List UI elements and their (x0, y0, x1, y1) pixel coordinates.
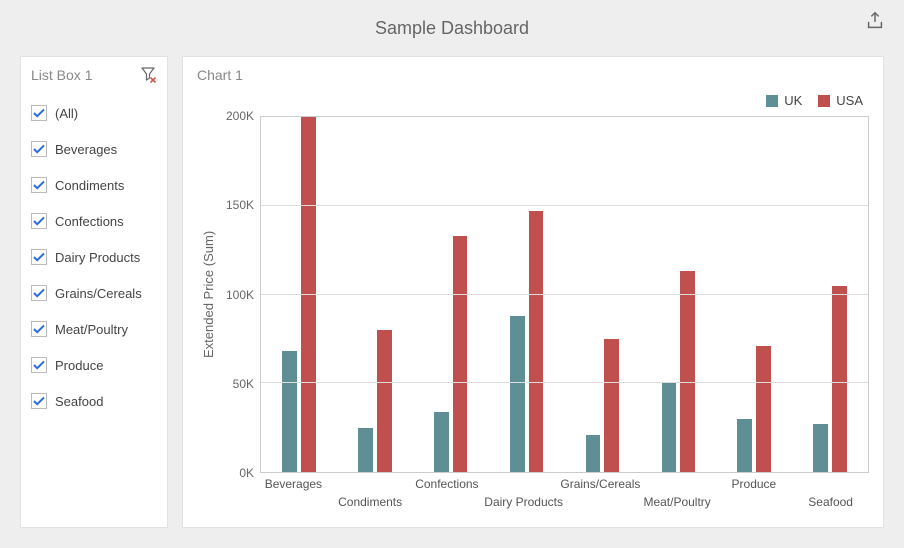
list-item[interactable]: (All) (31, 95, 157, 131)
list-item[interactable]: Confections (31, 203, 157, 239)
list-item-label: Condiments (55, 178, 124, 193)
y-tick-label: 200K (226, 109, 254, 123)
x-tick-label: Meat/Poultry (643, 495, 710, 509)
checkbox-icon[interactable] (31, 285, 47, 301)
list-item-label: Produce (55, 358, 103, 373)
x-tick-label: Dairy Products (484, 495, 563, 509)
checkbox-icon[interactable] (31, 357, 47, 373)
checkbox-icon[interactable] (31, 213, 47, 229)
list-item-label: Meat/Poultry (55, 322, 128, 337)
grid-line (261, 382, 868, 383)
y-axis-label: Extended Price (Sum) (197, 116, 220, 473)
dashboard-header: Sample Dashboard (20, 0, 884, 56)
bar[interactable] (604, 339, 619, 472)
bar[interactable] (756, 346, 771, 472)
bar-group (489, 117, 565, 472)
y-tick-label: 50K (233, 377, 254, 391)
listbox-title: List Box 1 (31, 67, 92, 83)
bar[interactable] (358, 428, 373, 472)
chart-title: Chart 1 (197, 67, 869, 83)
clear-filter-icon[interactable] (141, 67, 157, 83)
list-item-label: Dairy Products (55, 250, 140, 265)
listbox-header: List Box 1 (31, 67, 157, 83)
bar[interactable] (832, 286, 847, 472)
checkbox-icon[interactable] (31, 249, 47, 265)
bar-group (565, 117, 641, 472)
chart-legend: UK USA (197, 89, 869, 116)
bar[interactable] (529, 211, 544, 472)
page-title: Sample Dashboard (375, 18, 529, 39)
list-item-label: Grains/Cereals (55, 286, 142, 301)
legend-label-usa: USA (836, 93, 863, 108)
list-item[interactable]: Produce (31, 347, 157, 383)
x-tick-label: Beverages (265, 477, 322, 491)
list-item-label: Seafood (55, 394, 103, 409)
x-tick-label: Confections (415, 477, 478, 491)
legend-label-uk: UK (784, 93, 802, 108)
y-tick-label: 0K (239, 466, 254, 480)
checkbox-icon[interactable] (31, 321, 47, 337)
y-axis: 0K50K100K150K200K (220, 116, 260, 473)
legend-swatch-usa (818, 95, 830, 107)
legend-item-usa[interactable]: USA (818, 93, 863, 108)
bar[interactable] (586, 435, 601, 472)
bar[interactable] (737, 419, 752, 472)
bar[interactable] (680, 271, 695, 472)
x-axis: Beverages Condiments Confections Dairy Prod… (255, 473, 869, 517)
list-item[interactable]: Condiments (31, 167, 157, 203)
list-item[interactable]: Beverages (31, 131, 157, 167)
bars-layer (261, 117, 868, 472)
checkbox-icon[interactable] (31, 141, 47, 157)
list-item[interactable]: Meat/Poultry (31, 311, 157, 347)
export-icon[interactable] (864, 10, 886, 32)
bar[interactable] (813, 424, 828, 472)
legend-item-uk[interactable]: UK (766, 93, 802, 108)
bar[interactable] (282, 351, 297, 472)
chart-card: Chart 1 UK USA Extended Price (Sum) 0K 50… (182, 56, 884, 528)
dashboard-root: Sample Dashboard List Box 1 (All) Beverag… (0, 0, 904, 548)
grid-line (261, 294, 868, 295)
bar-group (261, 117, 337, 472)
y-tick-label: 100K (226, 288, 254, 302)
y-tick-label: 150K (226, 198, 254, 212)
chart-plot[interactable] (260, 116, 869, 473)
bar-group (716, 117, 792, 472)
list-item-label: Confections (55, 214, 124, 229)
bar-group (337, 117, 413, 472)
checkbox-icon[interactable] (31, 177, 47, 193)
plot-area: Extended Price (Sum) 0K50K100K150K200K (197, 116, 869, 473)
bar[interactable] (662, 383, 677, 472)
bar[interactable] (453, 236, 468, 472)
bar-group (792, 117, 868, 472)
x-tick-label: Produce (732, 477, 777, 491)
list-item[interactable]: Dairy Products (31, 239, 157, 275)
bar[interactable] (301, 117, 316, 472)
list-item[interactable]: Seafood (31, 383, 157, 419)
grid-line (261, 205, 868, 206)
list-item[interactable]: Grains/Cereals (31, 275, 157, 311)
list-item-label: (All) (55, 106, 78, 121)
bar[interactable] (377, 330, 392, 472)
checkbox-icon[interactable] (31, 105, 47, 121)
checkbox-icon[interactable] (31, 393, 47, 409)
bar[interactable] (510, 316, 525, 472)
legend-swatch-uk (766, 95, 778, 107)
listbox-items: (All) Beverages Condiments Confections Dairy… (31, 95, 157, 419)
bar-group (640, 117, 716, 472)
x-tick-label: Seafood (808, 495, 853, 509)
list-item-label: Beverages (55, 142, 117, 157)
dashboard-content: List Box 1 (All) Beverages Condiments Confe… (20, 56, 884, 528)
listbox-card: List Box 1 (All) Beverages Condiments Confe… (20, 56, 168, 528)
x-tick-label: Grains/Cereals (560, 477, 640, 491)
x-tick-label: Condiments (338, 495, 402, 509)
bar-group (413, 117, 489, 472)
bar[interactable] (434, 412, 449, 472)
